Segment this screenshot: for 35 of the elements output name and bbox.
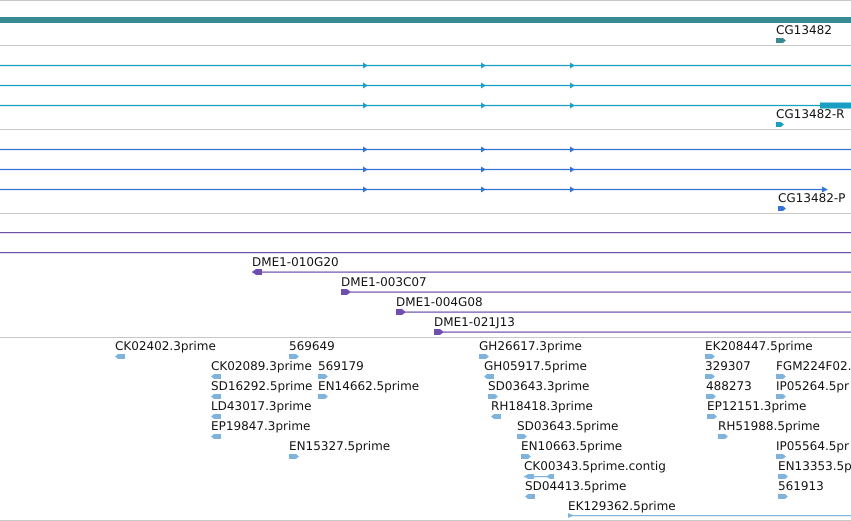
est-label: CK00343.5prime.contig bbox=[524, 459, 666, 473]
est-label: EP19847.3prime bbox=[211, 419, 310, 433]
est-label: EK208447.5prime bbox=[705, 339, 813, 353]
est-label: 488273 bbox=[706, 379, 752, 393]
est-label: SD03643.5prime bbox=[517, 419, 618, 433]
est-label: EN10663.5prime bbox=[521, 439, 622, 453]
clone-label: DME1-003C07 bbox=[341, 275, 427, 289]
est-label: EP12151.3prime bbox=[707, 399, 806, 413]
est-label: 561913 bbox=[778, 479, 824, 493]
est-label: SD16292.5prime bbox=[211, 379, 312, 393]
feature-label: CG13482-P bbox=[778, 191, 846, 205]
est-label: IP05264.5pr bbox=[776, 379, 849, 393]
est-label: RH51988.5prime bbox=[718, 419, 820, 433]
est-label: GH05917.5prime bbox=[484, 359, 587, 373]
feature-label: CG13482-R bbox=[776, 107, 845, 121]
est-label: CK02089.3prime bbox=[211, 359, 312, 373]
est-label: 569179 bbox=[318, 359, 364, 373]
est-label: CK02402.3prime bbox=[115, 339, 216, 353]
est-label: SD04413.5prime bbox=[525, 479, 626, 493]
clone-label: DME1-021J13 bbox=[434, 315, 515, 329]
est-label: 329307 bbox=[705, 359, 751, 373]
clone-label: DME1-010G20 bbox=[252, 255, 339, 269]
est-label: EN13353.5p bbox=[778, 459, 851, 473]
clone-label: DME1-004G08 bbox=[396, 295, 483, 309]
est-label: EN14662.5prime bbox=[318, 379, 420, 393]
est-label: SD03643.3prime bbox=[488, 379, 590, 393]
est-label: EK129362.5prime bbox=[568, 499, 676, 513]
feature-label: CG13482 bbox=[776, 23, 832, 37]
est-label: EN15327.5prime bbox=[289, 439, 390, 453]
est-label: FGM224F02. bbox=[776, 359, 851, 373]
est-label: LD43017.3prime bbox=[211, 399, 312, 413]
est-label: IP05564.5pr bbox=[776, 439, 849, 453]
est-label: GH26617.3prime bbox=[479, 339, 582, 353]
est-label: 569649 bbox=[289, 339, 335, 353]
est-label: RH18418.3prime bbox=[491, 399, 593, 413]
